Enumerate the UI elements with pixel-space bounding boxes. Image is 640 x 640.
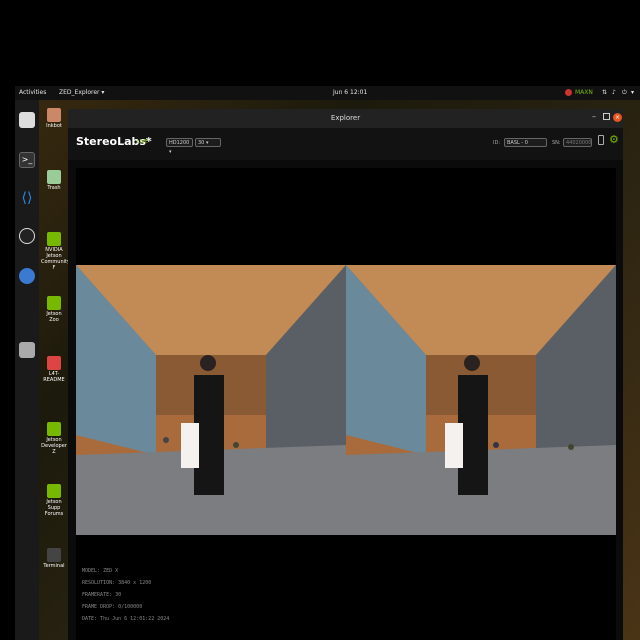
nvidia-icon (47, 422, 61, 436)
desktop-icon-label: L4T-README (43, 371, 65, 383)
info-model: MODEL: ZED X (82, 568, 119, 574)
right-camera-feed (346, 265, 616, 535)
files-icon[interactable] (19, 112, 35, 128)
id-label: ID: (493, 140, 501, 146)
nvidia-icon (47, 296, 61, 310)
desktop-icon-label: Terminal (43, 563, 65, 569)
capture-icon[interactable] (598, 135, 604, 145)
fps-select[interactable]: 30 ▾ (195, 138, 221, 147)
info-date: DATE: Thu Jun 6 12:01:22 2024 (82, 616, 170, 622)
serial-number-field: 44020000 (563, 138, 592, 147)
desktop-icon-nvidia-community[interactable]: NVIDIA Jetson Community F (41, 232, 70, 271)
close-icon[interactable]: × (613, 113, 622, 122)
desktop-icon-label: NVIDIA Jetson Community F (41, 247, 70, 271)
desktop-icon-trash[interactable]: Trash (41, 170, 67, 191)
desktop-icons: Inkbot Trash NVIDIA Jetson Community F J… (39, 100, 70, 640)
window-title: Explorer (330, 114, 361, 122)
terminal-icon[interactable]: >_ (19, 152, 35, 168)
obs-icon[interactable] (19, 228, 35, 244)
folder-icon (47, 356, 61, 370)
desktop-icon-l4t-readme[interactable]: L4T-README (41, 356, 67, 383)
desktop-icon-label: Jetson Supp Forums (44, 499, 64, 517)
maximize-icon[interactable] (603, 113, 610, 120)
explorer-window: Explorer – × StereoLabs* LIVE HD1200 ▾ 3… (68, 109, 623, 640)
settings-gear-icon[interactable]: ⚙ (609, 133, 619, 146)
desktop-icon-jetson-developer[interactable]: Jetson Developer Z (41, 422, 67, 455)
desktop-icon-jetson-forums[interactable]: Jetson Supp Forums (41, 484, 67, 517)
nvidia-status-icon[interactable] (565, 89, 572, 96)
desktop-icon-label: Trash (47, 185, 61, 191)
toolbar: StereoLabs* LIVE HD1200 ▾ 30 ▾ ID: BASL … (68, 128, 623, 160)
resolution-select[interactable]: HD1200 ▾ (166, 138, 193, 155)
app-menu[interactable]: ZED_Explorer ▾ (59, 89, 104, 96)
info-frame-drop: FRAME DROP: 0/100000 (82, 604, 143, 610)
disk-icon[interactable] (19, 342, 35, 358)
network-icon[interactable]: ⇅ (602, 89, 607, 96)
chromium-icon[interactable] (19, 268, 35, 284)
power-mode-label: MAXN (575, 89, 593, 96)
desktop-icon-label: Inkbot (46, 123, 62, 129)
volume-icon[interactable]: ♪ (612, 89, 616, 96)
vscode-icon[interactable]: ⟨⟩ (19, 190, 35, 206)
power-icon[interactable]: ⏻ (622, 89, 627, 97)
inkbot-icon (47, 108, 61, 122)
desktop-icon-label: Jetson Zoo (46, 311, 62, 323)
trash-icon (47, 170, 61, 184)
minimize-icon[interactable]: – (592, 112, 596, 121)
desktop-screen: Activities ZED_Explorer ▾ Jun 6 12:01 MA… (15, 86, 640, 640)
clock[interactable]: Jun 6 12:01 (333, 89, 367, 96)
video-viewer: MODEL: ZED X RESOLUTION: 3840 x 1200 FRA… (76, 168, 616, 640)
sn-label: SN: (552, 140, 561, 146)
info-framerate: FRAMERATE: 30 (82, 592, 122, 598)
menu-arrow-icon[interactable]: ▾ (631, 89, 634, 96)
live-indicator: LIVE (137, 139, 148, 145)
desktop-icon-inkbot[interactable]: Inkbot (41, 108, 67, 129)
terminal-icon (47, 548, 61, 562)
nvidia-icon (47, 484, 61, 498)
dock: >_ ⟨⟩ (15, 100, 39, 640)
window-titlebar[interactable]: Explorer – × (68, 109, 623, 128)
desktop-icon-label: Jetson Developer Z (41, 437, 67, 455)
desktop-icon-jetson-zoo[interactable]: Jetson Zoo (41, 296, 67, 323)
activities-button[interactable]: Activities (19, 89, 46, 96)
left-camera-feed (76, 265, 346, 535)
info-resolution: RESOLUTION: 3840 x 1200 (82, 580, 152, 586)
nvidia-icon (47, 232, 61, 246)
device-select[interactable]: BASL - 0 (504, 138, 547, 147)
desktop-icon-terminal[interactable]: Terminal (41, 548, 67, 569)
power-mode-indicator[interactable]: MAXN (575, 89, 593, 96)
system-top-bar: Activities ZED_Explorer ▾ Jun 6 12:01 MA… (15, 86, 640, 100)
